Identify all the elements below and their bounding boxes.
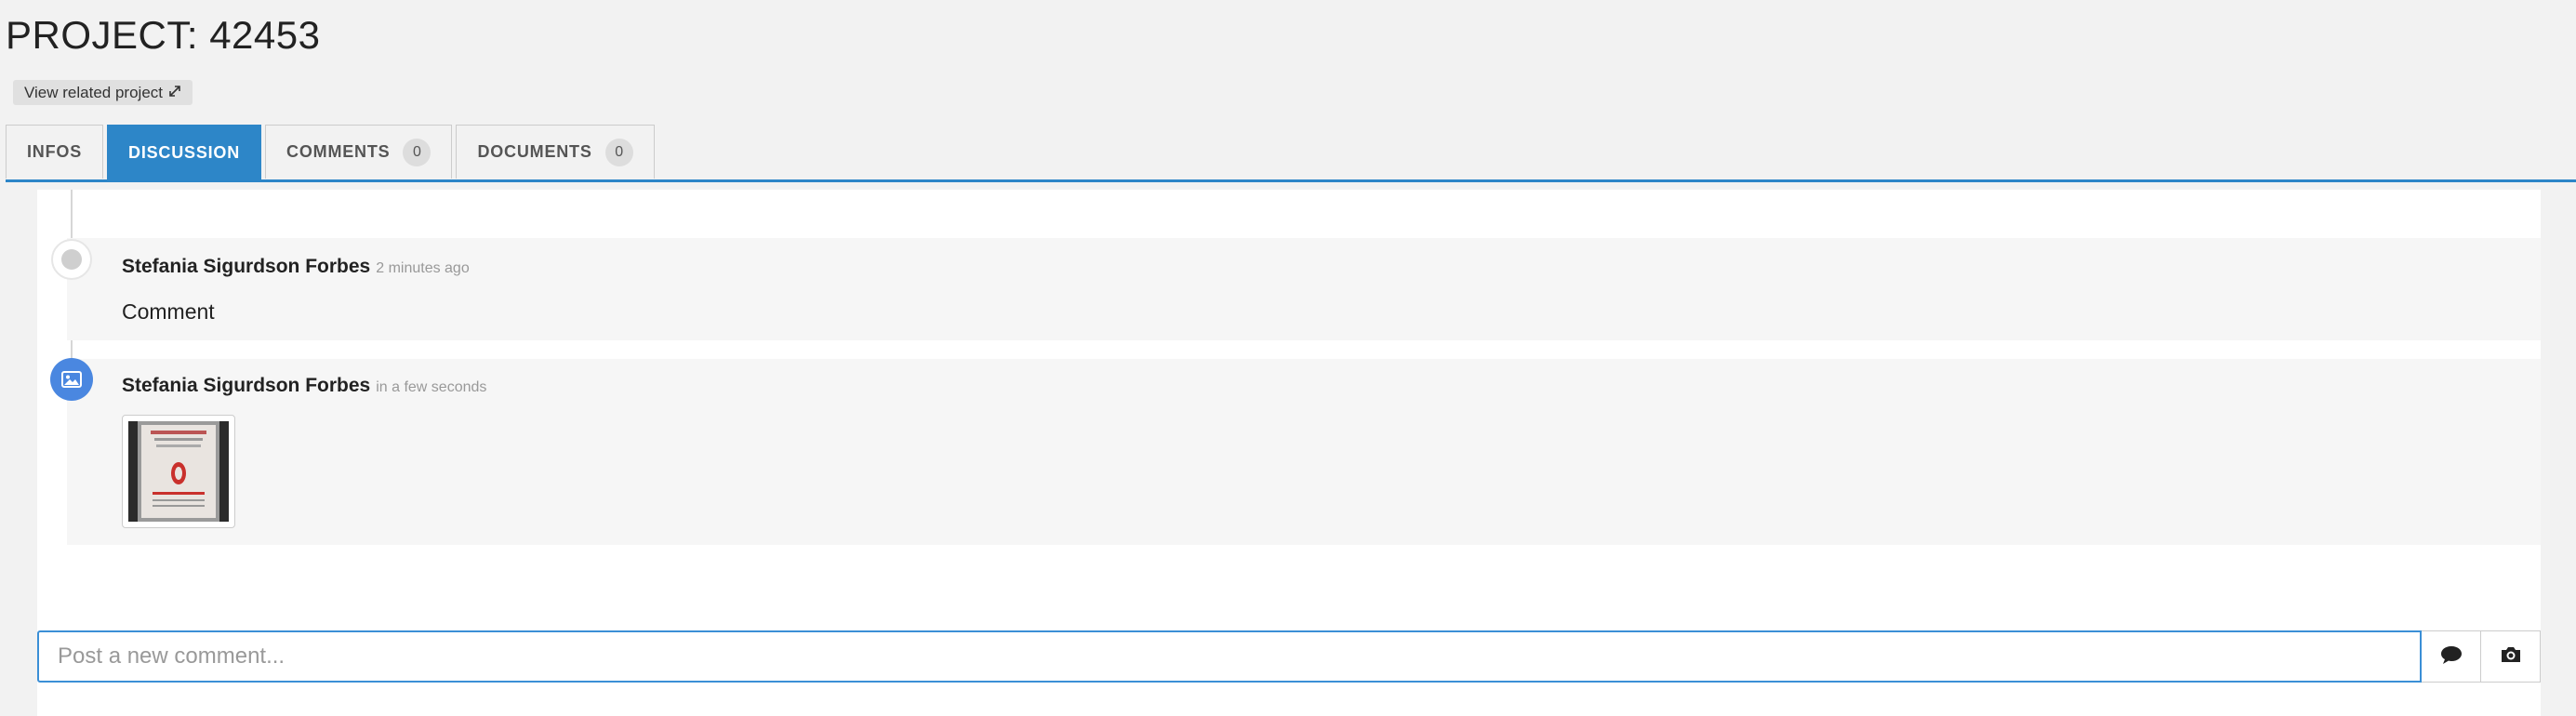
tab-comments-label: COMMENTS [286, 142, 391, 161]
tab-documents-label: DOCUMENTS [477, 142, 592, 161]
image-icon [50, 358, 93, 401]
entry-comment-text: Comment [122, 299, 215, 324]
page-title: PROJECT: 42453 [6, 13, 321, 57]
view-related-project-label: View related project [24, 84, 163, 101]
tab-infos[interactable]: INFOS [6, 125, 104, 179]
discussion-entry [67, 238, 2541, 340]
entry-author-name: Stefania Sigurdson Forbes [122, 256, 371, 277]
entry-author: Stefania Sigurdson Forbes in a few second… [122, 375, 486, 397]
tab-bar: INFOS DISCUSSION COMMENTS 0 DOCUMENTS 0 [6, 125, 658, 180]
send-comment-button[interactable] [2422, 630, 2481, 683]
new-comment-input[interactable] [37, 630, 2422, 683]
entry-timestamp: in a few seconds [376, 379, 487, 395]
tab-comments[interactable]: COMMENTS 0 [265, 125, 453, 179]
speech-bubble-icon [2439, 643, 2463, 670]
camera-icon [2499, 643, 2523, 670]
tab-discussion-label: DISCUSSION [128, 143, 241, 162]
comment-dot-icon [51, 239, 92, 280]
tab-documents[interactable]: DOCUMENTS 0 [456, 125, 655, 179]
view-related-project-button[interactable]: View related project [13, 80, 193, 105]
comments-count-badge: 0 [403, 138, 432, 166]
tab-discussion[interactable]: DISCUSSION [107, 125, 262, 180]
upload-photo-button[interactable] [2481, 630, 2541, 683]
tab-underline [6, 179, 2576, 182]
comment-composer [37, 630, 2541, 683]
entry-author-name: Stefania Sigurdson Forbes [122, 375, 371, 396]
documents-count-badge: 0 [604, 138, 633, 166]
expand-arrows-icon [168, 80, 181, 105]
image-thumbnail[interactable] [122, 415, 235, 528]
entry-timestamp: 2 minutes ago [376, 260, 470, 276]
tab-infos-label: INFOS [27, 142, 83, 161]
entry-author: Stefania Sigurdson Forbes 2 minutes ago [122, 256, 470, 278]
